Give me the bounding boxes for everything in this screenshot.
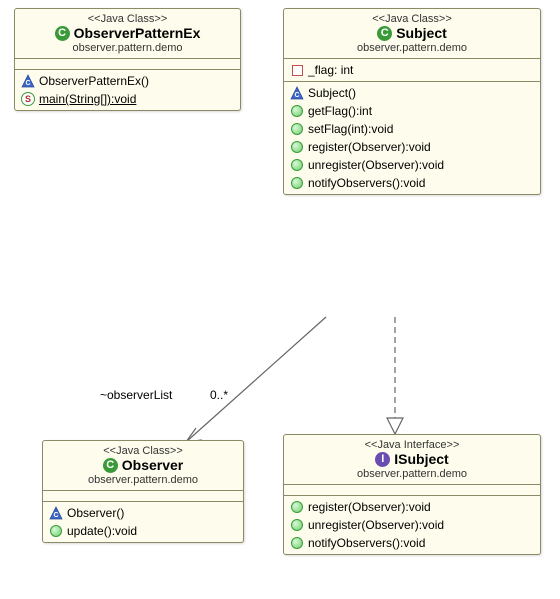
interface-icon: I — [375, 452, 390, 467]
constructor-label: Observer() — [67, 506, 124, 520]
constructor-icon: C — [290, 86, 304, 100]
svg-text:C: C — [294, 92, 299, 99]
op-setflag: setFlag(int):void — [308, 122, 393, 136]
field-package-icon — [292, 65, 303, 76]
public-method-icon — [291, 105, 303, 117]
stereotype-label: <<Java Interface>> — [290, 439, 534, 451]
interface-isubject: <<Java Interface>> I ISubject observer.p… — [283, 434, 541, 555]
public-method-icon — [50, 525, 62, 537]
static-method-icon: S — [21, 92, 35, 106]
class-name: Subject — [396, 25, 447, 41]
op-unregister: unregister(Observer):void — [308, 518, 444, 532]
op-register: register(Observer):void — [308, 500, 431, 514]
constructor-label: Subject() — [308, 86, 356, 100]
stereotype-label: <<Java Class>> — [21, 13, 234, 25]
package-label: observer.pattern.demo — [290, 468, 534, 480]
assoc-observerlist-mult: 0..* — [210, 388, 228, 402]
class-name: ObserverPatternEx — [74, 25, 201, 41]
assoc-observerlist-name: ~observerList — [100, 388, 172, 402]
public-method-icon — [291, 141, 303, 153]
svg-text:C: C — [25, 80, 30, 87]
constructor-icon: C — [49, 506, 63, 520]
class-subject: <<Java Class>> C Subject observer.patter… — [283, 8, 541, 195]
public-method-icon — [291, 159, 303, 171]
class-icon: C — [377, 26, 392, 41]
public-method-icon — [291, 519, 303, 531]
op-unregister: unregister(Observer):void — [308, 158, 444, 172]
field-flag: _flag: int — [308, 63, 353, 77]
op-notify: notifyObservers():void — [308, 536, 425, 550]
class-icon: C — [103, 458, 118, 473]
class-name: Observer — [122, 457, 183, 473]
package-label: observer.pattern.demo — [290, 42, 534, 54]
op-notify: notifyObservers():void — [308, 176, 425, 190]
stereotype-label: <<Java Class>> — [49, 445, 237, 457]
constructor-icon: C — [21, 74, 35, 88]
op-register: register(Observer):void — [308, 140, 431, 154]
class-observer-pattern-ex: <<Java Class>> C ObserverPatternEx obser… — [14, 8, 241, 111]
main-method-label: main(String[]):void — [39, 92, 136, 106]
package-label: observer.pattern.demo — [49, 474, 237, 486]
public-method-icon — [291, 177, 303, 189]
constructor-label: ObserverPatternEx() — [39, 74, 149, 88]
class-icon: C — [55, 26, 70, 41]
op-update: update():void — [67, 524, 137, 538]
public-method-icon — [291, 123, 303, 135]
public-method-icon — [291, 501, 303, 513]
interface-name: ISubject — [394, 451, 448, 467]
op-getflag: getFlag():int — [308, 104, 372, 118]
svg-text:C: C — [53, 512, 58, 519]
public-method-icon — [291, 537, 303, 549]
package-label: observer.pattern.demo — [21, 42, 234, 54]
class-observer: <<Java Class>> C Observer observer.patte… — [42, 440, 244, 543]
stereotype-label: <<Java Class>> — [290, 13, 534, 25]
